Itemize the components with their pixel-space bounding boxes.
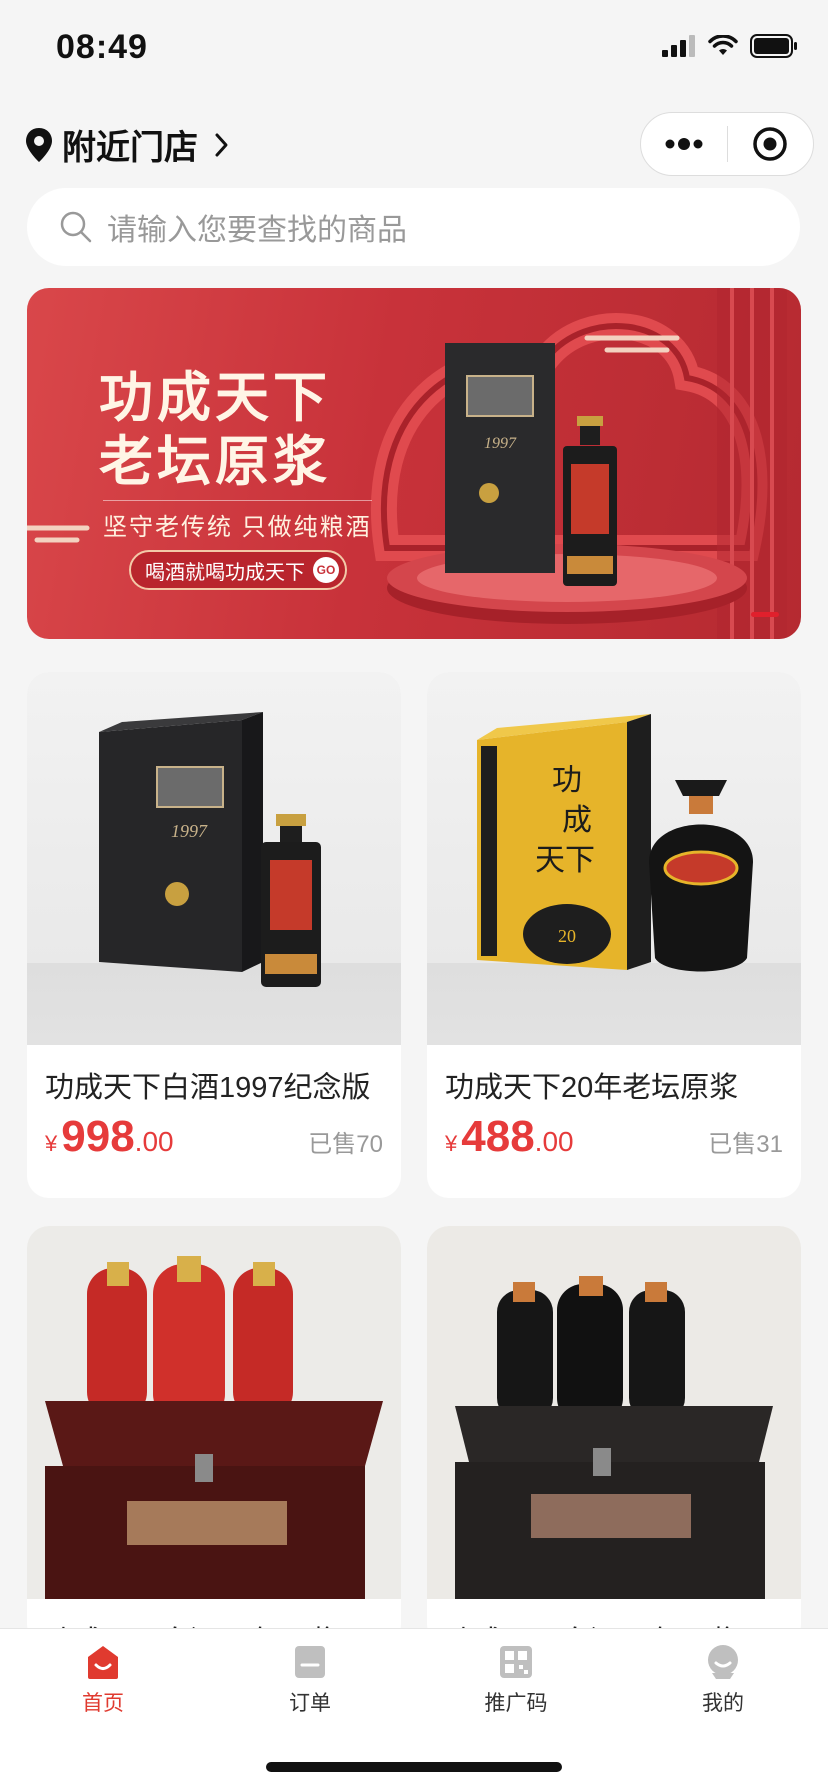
more-button[interactable]	[641, 113, 727, 175]
tab-qr-code[interactable]: 推广码	[456, 1643, 576, 1717]
status-bar: 08:49	[0, 0, 828, 100]
banner-go-badge: GO	[313, 557, 339, 583]
promo-banner[interactable]: 1997 功成天下 老坛原浆 坚守老传统 只做纯粮酒 喝酒就喝功成天下 GO	[27, 288, 801, 639]
svg-text:1997: 1997	[484, 435, 517, 452]
tab-label: 订单	[289, 1692, 331, 1715]
banner-title-line2: 老坛原浆	[99, 432, 331, 492]
close-mini-program-button[interactable]	[728, 113, 814, 175]
product-card[interactable]: 功成天下白酒30年原浆	[27, 1226, 401, 1646]
search-icon	[60, 211, 92, 243]
product-name: 功成天下20年老坛原浆	[445, 1072, 739, 1104]
product-card[interactable]: 功成天下白酒30年原浆	[427, 1226, 801, 1646]
home-indicator	[266, 1762, 562, 1772]
nearby-store-button[interactable]: 附近门店	[24, 120, 232, 169]
profile-icon	[708, 1645, 738, 1679]
search-input[interactable]: 请输入您要查找的商品	[27, 188, 800, 266]
product-image[interactable]	[427, 1226, 801, 1599]
banner-page-indicator	[751, 612, 779, 617]
price-decimal: .00	[534, 1126, 574, 1157]
svg-text:天下: 天下	[535, 844, 595, 877]
order-icon	[295, 1646, 325, 1678]
signal-icon	[662, 35, 695, 57]
product-image[interactable]	[27, 1226, 401, 1599]
battery-icon	[750, 34, 797, 58]
home-icon	[88, 1646, 118, 1679]
product-photo-1997: 1997	[99, 712, 321, 987]
price-integer: 488	[461, 1112, 535, 1161]
product-price: ¥ 488 .00	[445, 1112, 574, 1162]
banner-cta-label: 喝酒就喝功成天下	[145, 561, 305, 584]
svg-text:20: 20	[558, 926, 576, 946]
product-card[interactable]: 功 成 天下 20 功成天下20年老坛原浆 ¥ 488 .00 已售31	[427, 672, 801, 1198]
product-photo-red-set	[45, 1256, 383, 1599]
tab-profile[interactable]: 我的	[663, 1643, 783, 1717]
search-placeholder: 请输入您要查找的商品	[107, 214, 407, 247]
svg-text:成: 成	[562, 804, 592, 837]
tab-label: 推广码	[484, 1692, 548, 1715]
mini-program-capsule	[640, 112, 814, 176]
price-currency: ¥	[45, 1131, 58, 1156]
product-photo-20-year: 功 成 天下 20	[477, 714, 753, 972]
nav-row: 附近门店	[0, 112, 828, 176]
banner-cta-button[interactable]: 喝酒就喝功成天下 GO	[129, 550, 347, 590]
nearby-store-label: 附近门店	[62, 129, 198, 167]
product-photo-black-set	[455, 1276, 773, 1599]
banner-title-line1: 功成天下	[99, 368, 331, 428]
target-close-icon	[753, 127, 787, 161]
tab-home[interactable]: 首页	[43, 1643, 163, 1717]
price-currency: ¥	[445, 1131, 458, 1156]
sold-count: 已售31	[708, 1131, 783, 1158]
product-image[interactable]: 1997	[27, 672, 401, 1045]
banner-title: 功成天下 老坛原浆	[99, 366, 331, 494]
svg-text:功: 功	[552, 764, 582, 797]
product-card[interactable]: 1997 功成天下白酒1997纪念版 ¥ 998 .00 已售70	[27, 672, 401, 1198]
tab-label: 首页	[82, 1692, 124, 1715]
chevron-right-icon	[215, 133, 228, 156]
location-pin-icon	[26, 127, 52, 162]
product-name: 功成天下白酒1997纪念版	[45, 1072, 371, 1104]
status-time: 08:49	[56, 28, 148, 66]
tab-label: 我的	[702, 1692, 744, 1715]
svg-text:1997: 1997	[171, 821, 208, 841]
sold-count: 已售70	[308, 1131, 383, 1158]
banner-subtitle: 坚守老传统 只做纯粮酒	[103, 500, 372, 542]
wifi-icon	[708, 35, 738, 55]
price-integer: 998	[61, 1112, 135, 1161]
product-price: ¥ 998 .00	[45, 1112, 174, 1162]
qr-code-icon	[500, 1646, 532, 1678]
price-decimal: .00	[134, 1126, 174, 1157]
more-dots-icon	[665, 138, 703, 150]
tab-orders[interactable]: 订单	[250, 1643, 370, 1717]
status-icons	[662, 34, 798, 58]
product-image[interactable]: 功 成 天下 20	[427, 672, 801, 1045]
